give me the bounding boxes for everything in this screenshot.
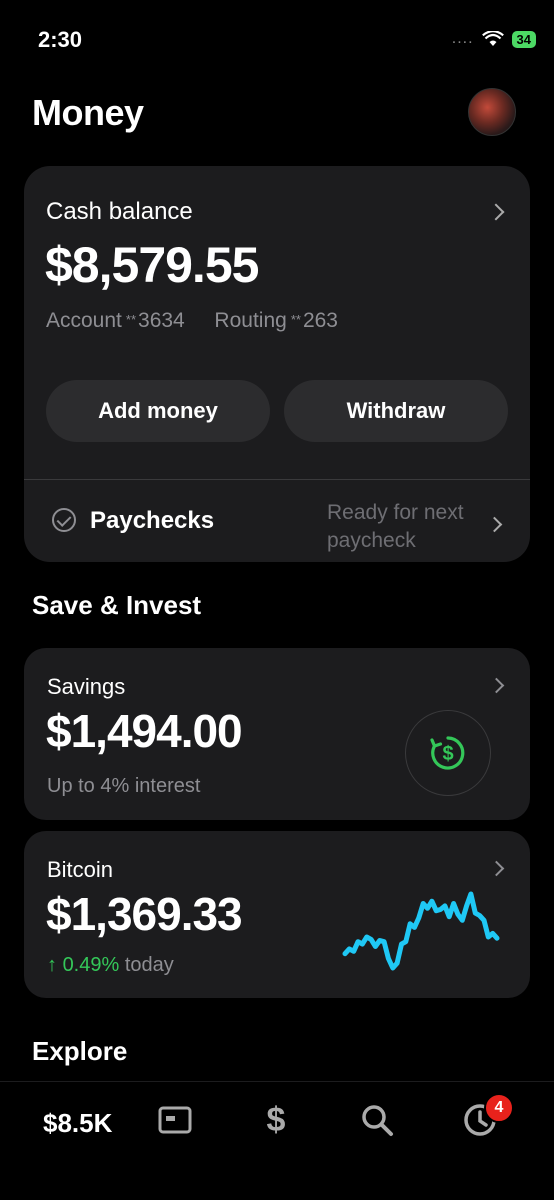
status-time: 2:30 [38, 27, 83, 52]
arrow-up-icon: ↑ [47, 954, 57, 976]
add-money-button[interactable]: Add money [46, 380, 270, 442]
account-mask: ** [125, 312, 137, 327]
bitcoin-change: ↑ 0.49% today [47, 954, 174, 977]
battery-icon: 34 [511, 30, 536, 48]
cash-balance-amount: $8,579.55 [45, 237, 259, 293]
account-label: Account [46, 309, 122, 332]
paychecks-label[interactable]: Paychecks [90, 507, 214, 535]
routing-number: 263 [302, 309, 338, 332]
routing-label: Routing [214, 309, 287, 332]
check-circle-icon [52, 508, 76, 532]
explore-title: Explore [32, 1036, 128, 1066]
paychecks-status: Ready for next paycheck [327, 501, 464, 552]
account-routing-line: Account **3634 Routing **263 [46, 309, 338, 333]
svg-text:$: $ [442, 743, 453, 765]
cash-balance-label: Cash balance [46, 198, 193, 225]
status-indicators: .... 34 [452, 30, 536, 48]
bitcoin-change-suffix: today [124, 954, 174, 976]
sparkline-path [342, 891, 500, 971]
savings-interest: Up to 4% interest [47, 775, 201, 797]
bitcoin-change-percent: 0.49% [62, 954, 120, 976]
save-invest-title: Save & Invest [32, 590, 202, 620]
divider [24, 479, 530, 480]
card-icon[interactable] [157, 1102, 193, 1138]
cash-balance-card[interactable]: Cash balance $8,579.55 Account **3634 Rou… [24, 166, 530, 562]
routing-mask: ** [290, 312, 301, 327]
wifi-icon [481, 31, 504, 46]
withdraw-button[interactable]: Withdraw [284, 380, 508, 442]
tab-balance[interactable]: $8.5K [43, 1108, 112, 1139]
savings-label: Savings [47, 674, 126, 699]
bitcoin-sparkline [342, 891, 500, 971]
bitcoin-label: Bitcoin [47, 857, 114, 882]
savings-amount: $1,494.00 [46, 705, 243, 757]
bitcoin-amount: $1,369.33 [46, 888, 243, 940]
account-number: 3634 [138, 309, 185, 332]
savings-card[interactable]: Savings $1,494.00 Up to 4% interest $ [24, 648, 530, 820]
avatar[interactable] [468, 88, 516, 136]
chevron-right-icon [487, 203, 505, 221]
bottom-tab-bar: $8.5K $ 4 [0, 1081, 554, 1200]
bitcoin-card[interactable]: Bitcoin $1,369.33 ↑ 0.49% today [24, 831, 530, 998]
dollar-icon[interactable]: $ [258, 1101, 294, 1139]
chevron-right-icon [488, 677, 505, 694]
chevron-right-icon[interactable] [486, 516, 503, 533]
activity-badge: 4 [484, 1093, 514, 1123]
page-title: Money [32, 92, 144, 133]
chevron-right-icon [488, 860, 505, 877]
dollar-cycle-icon: $ [430, 736, 465, 770]
signal-icon: .... [451, 30, 474, 47]
search-icon[interactable] [359, 1102, 395, 1138]
savings-icon-circle: $ [405, 710, 491, 796]
money-screen: 2:30 .... 34 Money Cash balance $8,579.5… [0, 0, 554, 1200]
